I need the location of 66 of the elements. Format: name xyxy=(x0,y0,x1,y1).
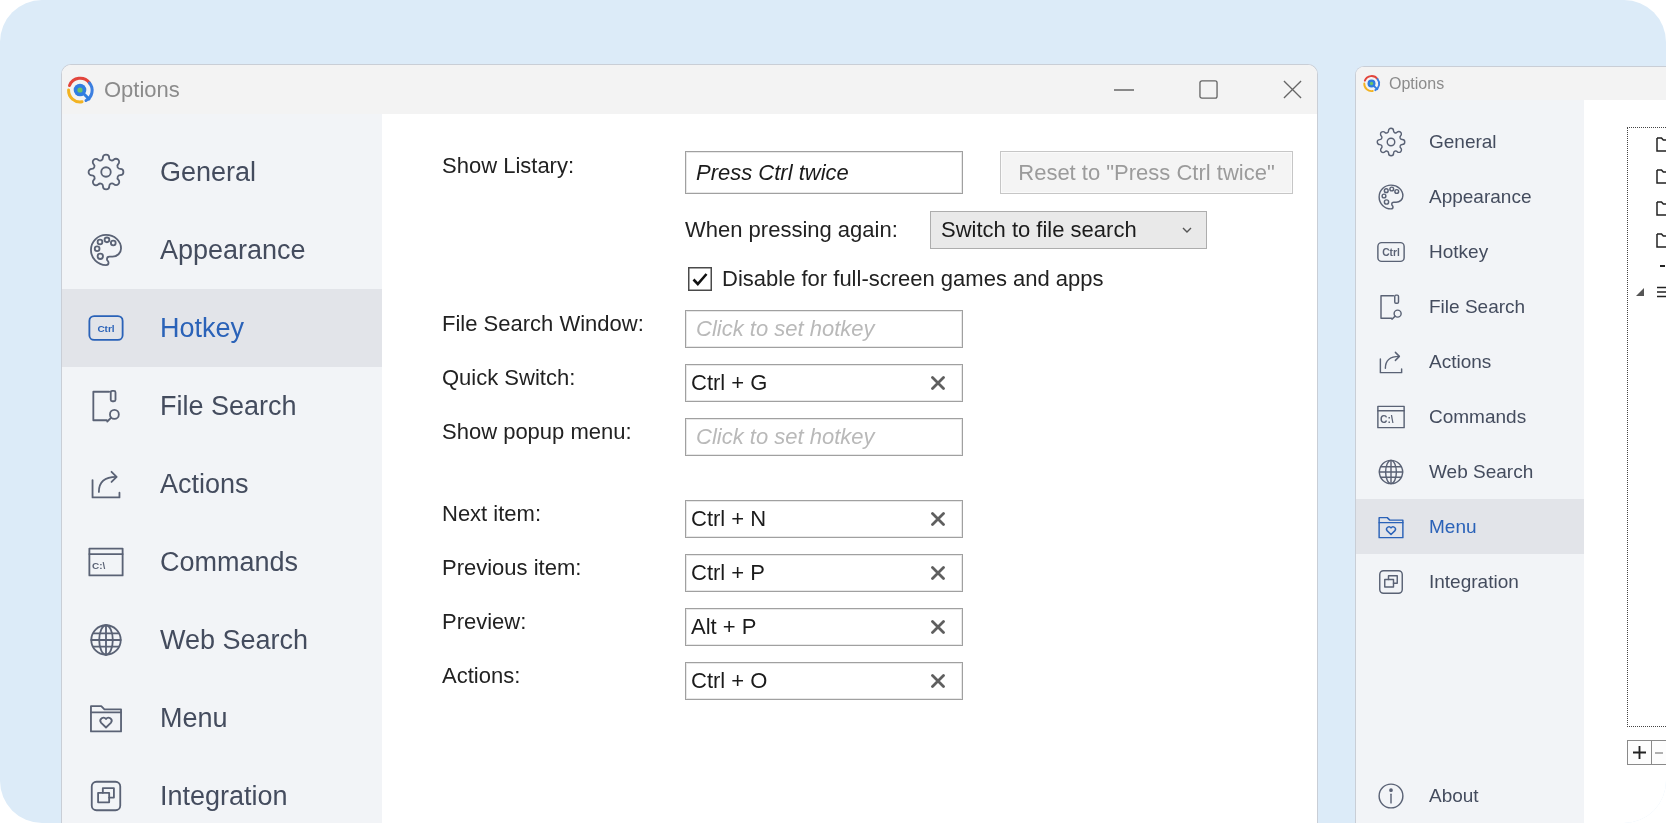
sidebar-item[interactable]: Menu xyxy=(1356,499,1584,554)
sidebar-item[interactable]: Web Search xyxy=(62,601,382,679)
hotkey-field[interactable]: Ctrl + O xyxy=(685,662,963,700)
field-label: Show popup menu: xyxy=(442,418,633,446)
clear-icon[interactable] xyxy=(931,376,945,390)
close-icon xyxy=(1282,80,1302,99)
gear-icon xyxy=(87,153,125,191)
window-title: Options xyxy=(1389,74,1445,93)
sidebar-item[interactable]: Actions xyxy=(1356,334,1584,389)
gear-icon xyxy=(1376,126,1406,157)
app-logo-icon xyxy=(1362,74,1381,93)
chevron-down-icon xyxy=(1182,227,1192,233)
sidebar-item[interactable]: Menu xyxy=(62,679,382,757)
palette-icon xyxy=(1376,181,1406,212)
globe-icon xyxy=(87,621,125,659)
minimize-icon xyxy=(1114,88,1134,91)
folder-icon[interactable] xyxy=(1656,231,1666,249)
field-label: Show Listary: xyxy=(442,152,576,180)
plus-icon xyxy=(1633,746,1646,759)
field-label: Actions: xyxy=(442,662,522,690)
sidebar-item[interactable]: C:\ Commands xyxy=(1356,389,1584,444)
clear-icon[interactable] xyxy=(931,620,945,634)
sidebar-item[interactable]: General xyxy=(1356,114,1584,169)
sidebar-item[interactable]: Integration xyxy=(1356,554,1584,609)
folder-icon[interactable] xyxy=(1656,167,1666,185)
sidebar-item[interactable]: Appearance xyxy=(62,211,382,289)
field-label: Next item: xyxy=(442,500,543,528)
sidebar-item[interactable]: Ctrl Hotkey xyxy=(62,289,382,367)
folder-icon[interactable] xyxy=(1656,199,1666,217)
checkbox[interactable] xyxy=(688,267,712,291)
window-title: Options xyxy=(104,76,180,103)
field-label: Previous item: xyxy=(442,554,583,582)
sidebar-item[interactable]: Actions xyxy=(62,445,382,523)
sidebar-item[interactable]: About xyxy=(1356,768,1584,823)
hotkey-field[interactable]: Press Ctrl twice xyxy=(685,151,963,194)
field-label: File Search Window: xyxy=(442,310,645,338)
sidebar-item[interactable]: C:\ Commands xyxy=(62,523,382,601)
field-label: Preview: xyxy=(442,608,528,636)
sidebar-item[interactable]: File Search xyxy=(1356,279,1584,334)
info-icon xyxy=(1376,780,1406,811)
maximize-icon xyxy=(1198,80,1218,99)
dropdown[interactable]: Switch to file search xyxy=(930,211,1207,249)
field-label: Quick Switch: xyxy=(442,364,577,392)
minus-icon xyxy=(1655,751,1663,754)
sidebar-item[interactable]: File Search xyxy=(62,367,382,445)
sidebar-item[interactable]: General xyxy=(62,133,382,211)
clear-icon[interactable] xyxy=(931,566,945,580)
app-logo-icon xyxy=(65,74,95,105)
checkbox-label[interactable]: Disable for full-screen games and apps xyxy=(722,266,1104,292)
add-button[interactable] xyxy=(1627,740,1652,765)
field-label: When pressing again: xyxy=(685,217,898,243)
sidebar-item[interactable]: Appearance xyxy=(1356,169,1584,224)
separator-line xyxy=(1660,265,1665,267)
clear-icon[interactable] xyxy=(931,674,945,688)
sidebar-item[interactable]: Web Search xyxy=(1356,444,1584,499)
folder-icon[interactable] xyxy=(1656,135,1666,153)
list-icon[interactable] xyxy=(1656,286,1666,298)
clear-icon[interactable] xyxy=(931,512,945,526)
sidebar-item[interactable]: Ctrl Hotkey xyxy=(1356,224,1584,279)
hotkey-field[interactable]: Alt + P xyxy=(685,608,963,646)
hotkey-field[interactable]: Ctrl + N xyxy=(685,500,963,538)
sidebar-item[interactable]: Integration xyxy=(62,757,382,823)
hotkey-field[interactable]: Ctrl + P xyxy=(685,554,963,592)
expander-icon[interactable] xyxy=(1636,288,1644,296)
hotkey-field[interactable]: Ctrl + G xyxy=(685,364,963,402)
palette-icon xyxy=(87,231,125,269)
